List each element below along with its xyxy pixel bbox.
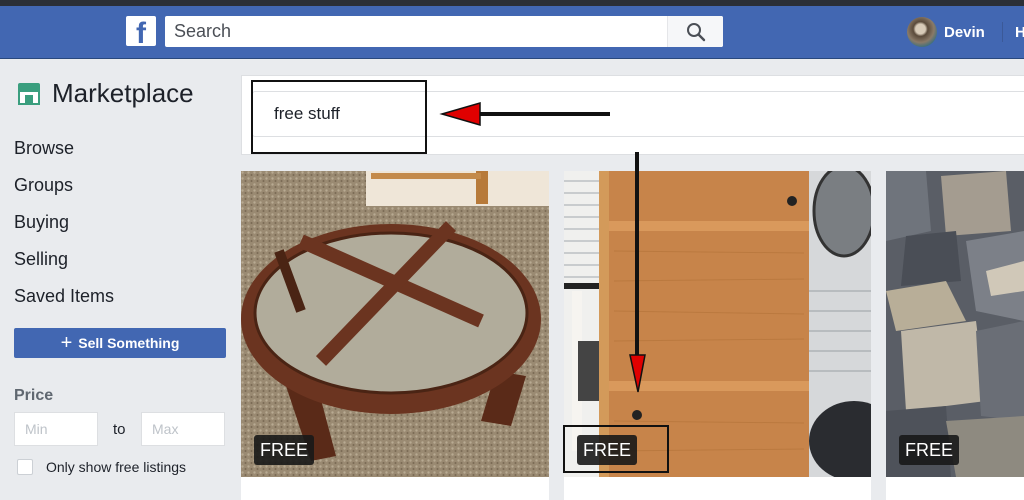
price-range-separator: to xyxy=(113,421,126,438)
listing-price-badge: FREE xyxy=(899,435,960,465)
price-max-input[interactable] xyxy=(141,412,225,446)
listing-card[interactable]: FREE xyxy=(564,171,871,500)
sell-something-label: Sell Something xyxy=(78,335,180,351)
sell-something-button[interactable]: + Sell Something xyxy=(14,328,226,358)
sidebar-item-selling[interactable]: Selling xyxy=(14,249,68,270)
marketplace-title: Marketplace xyxy=(52,78,194,108)
facebook-logo-icon[interactable]: f xyxy=(126,16,156,46)
listing-photo[interactable] xyxy=(241,171,549,477)
sidebar-item-browse[interactable]: Browse xyxy=(14,138,74,159)
listing-photo-graphic xyxy=(886,171,1024,477)
marketplace-search-input[interactable] xyxy=(252,91,1024,137)
plus-icon: + xyxy=(60,332,73,354)
listing-price-badge: FREE xyxy=(254,435,315,465)
listing-photo-graphic xyxy=(241,171,549,477)
search-icon xyxy=(686,22,705,41)
free-listings-label[interactable]: Only show free listings xyxy=(46,459,186,475)
nav-divider xyxy=(1002,22,1003,42)
storefront-icon xyxy=(18,82,40,105)
home-link[interactable]: H xyxy=(1015,24,1024,41)
sidebar-item-buying[interactable]: Buying xyxy=(14,212,69,233)
listing-card[interactable]: FREE xyxy=(886,171,1024,500)
search-button[interactable] xyxy=(667,16,723,47)
sidebar-item-groups[interactable]: Groups xyxy=(14,175,73,196)
user-avatar[interactable] xyxy=(907,17,937,47)
listing-photo[interactable] xyxy=(564,171,871,477)
free-listings-checkbox[interactable] xyxy=(17,459,33,475)
listing-card[interactable]: FREE xyxy=(241,171,549,500)
sidebar-item-saved-items[interactable]: Saved Items xyxy=(14,286,114,307)
listing-photo-graphic xyxy=(564,171,871,477)
profile-link[interactable]: Devin xyxy=(944,24,985,41)
marketplace-sidebar: Marketplace Browse Groups Buying Selling… xyxy=(0,60,240,500)
price-min-input[interactable] xyxy=(14,412,98,446)
price-filter-label: Price xyxy=(14,387,54,404)
listing-photo[interactable] xyxy=(886,171,1024,477)
global-search xyxy=(165,16,723,47)
listing-price-badge: FREE xyxy=(577,435,638,465)
global-search-input[interactable] xyxy=(165,16,665,47)
marketplace-heading[interactable]: Marketplace xyxy=(16,78,194,109)
